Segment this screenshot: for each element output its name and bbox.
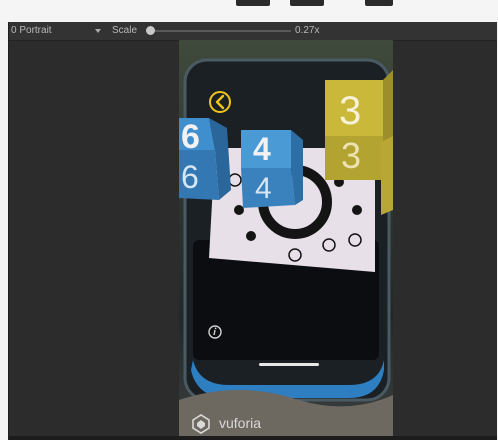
- cube-side-right: [381, 136, 393, 215]
- panel-bottom-border: [9, 436, 497, 440]
- ar-scene-graphic: 6 6 4 4 3 3: [179, 58, 393, 436]
- scale-label: Scale: [112, 25, 138, 36]
- cube-6-label: 6: [181, 118, 200, 156]
- marker-dot: [246, 231, 256, 241]
- cube-3-label: 3: [339, 89, 361, 133]
- cube-6-side-label: 6: [181, 159, 199, 195]
- ar-camera-view: 6 6 4 4 3 3 vuforia: [179, 40, 393, 436]
- marker-dot: [234, 205, 244, 215]
- cube-4-side-label: 4: [255, 172, 272, 205]
- vuforia-wordmark: vuforia: [219, 415, 262, 431]
- cube-3-side-label: 3: [341, 135, 361, 176]
- scale-slider[interactable]: [151, 30, 291, 32]
- aspect-dropdown[interactable]: 0 Portrait: [11, 22, 52, 40]
- info-icon-dot: [214, 327, 217, 330]
- window-tab-mark: [290, 0, 324, 6]
- window-top-strip: [0, 0, 498, 22]
- info-icon-stem: [213, 329, 216, 336]
- scale-slider-thumb[interactable]: [146, 26, 155, 35]
- scale-value: 0.27x: [295, 25, 320, 36]
- cube-4-label: 4: [253, 131, 271, 167]
- window-tab-mark: [236, 0, 270, 6]
- window-tab-mark: [365, 0, 393, 6]
- game-view-toolbar: 0 Portrait Scale 0.27x: [9, 22, 497, 41]
- home-indicator: [259, 363, 319, 366]
- marker-dot: [352, 205, 362, 215]
- game-view-panel: 0 Portrait Scale 0.27x 6 6 4 4 3 3 vufor…: [8, 22, 497, 440]
- chevron-down-icon[interactable]: [95, 29, 101, 33]
